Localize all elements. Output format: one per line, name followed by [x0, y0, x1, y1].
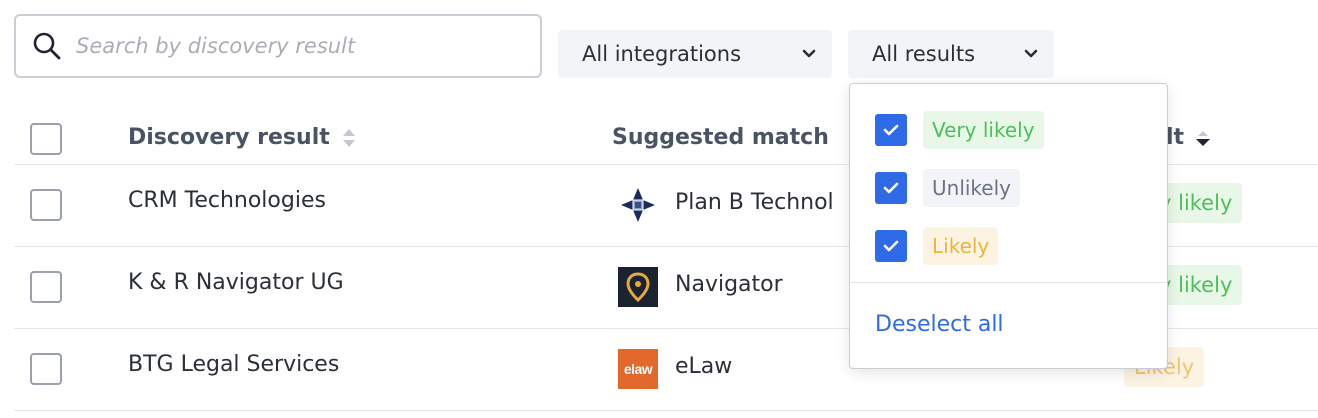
option-very-likely[interactable]: Very likely	[875, 111, 1044, 149]
chevron-down-icon	[1024, 49, 1038, 59]
select-all-checkbox[interactable]	[30, 123, 62, 155]
column-header-discovery-label: Discovery result	[128, 125, 330, 150]
sort-icon[interactable]	[342, 127, 356, 149]
row-checkbox[interactable]	[30, 271, 62, 303]
dropdown-divider	[850, 282, 1167, 283]
checkbox-checked-icon[interactable]	[875, 172, 907, 204]
search-input[interactable]	[76, 34, 516, 58]
option-likely[interactable]: Likely	[875, 227, 999, 265]
navigator-logo	[618, 267, 658, 307]
option-label: Likely	[923, 227, 999, 265]
row-checkbox[interactable]	[30, 353, 62, 385]
search-box[interactable]	[14, 14, 542, 78]
option-label: Very likely	[923, 111, 1044, 149]
integrations-filter[interactable]: All integrations	[558, 30, 832, 78]
search-icon	[32, 31, 62, 61]
suggested-match-cell: Navigator	[675, 272, 783, 297]
elaw-logo: elaw	[618, 349, 658, 389]
column-header-match[interactable]: Suggested match	[612, 125, 829, 150]
discovery-result-cell: K & R Navigator UG	[128, 270, 344, 295]
discovery-result-cell: BTG Legal Services	[128, 352, 340, 377]
deselect-all-link[interactable]: Deselect all	[875, 312, 1004, 337]
sort-desc-icon[interactable]	[1196, 127, 1211, 149]
option-label: Unlikely	[923, 169, 1020, 207]
option-unlikely[interactable]: Unlikely	[875, 169, 1020, 207]
row-checkbox[interactable]	[30, 189, 62, 221]
column-header-discovery[interactable]: Discovery result	[128, 125, 356, 150]
column-header-result[interactable]: lt	[1166, 125, 1211, 150]
integrations-filter-label: All integrations	[582, 42, 742, 66]
plan-b-logo	[618, 185, 658, 225]
suggested-match-cell: eLaw	[675, 354, 733, 379]
checkbox-checked-icon[interactable]	[875, 230, 907, 262]
column-header-result-label: lt	[1166, 125, 1185, 150]
chevron-down-icon	[802, 49, 816, 59]
column-header-match-label: Suggested match	[612, 125, 829, 150]
discovery-result-cell: CRM Technologies	[128, 188, 326, 213]
results-filter-dropdown: Very likely Unlikely Likely Deselect all	[849, 83, 1168, 369]
checkbox-checked-icon[interactable]	[875, 114, 907, 146]
results-filter[interactable]: All results	[848, 30, 1054, 78]
results-filter-label: All results	[872, 42, 976, 66]
suggested-match-cell: Plan B Technol	[675, 190, 834, 215]
